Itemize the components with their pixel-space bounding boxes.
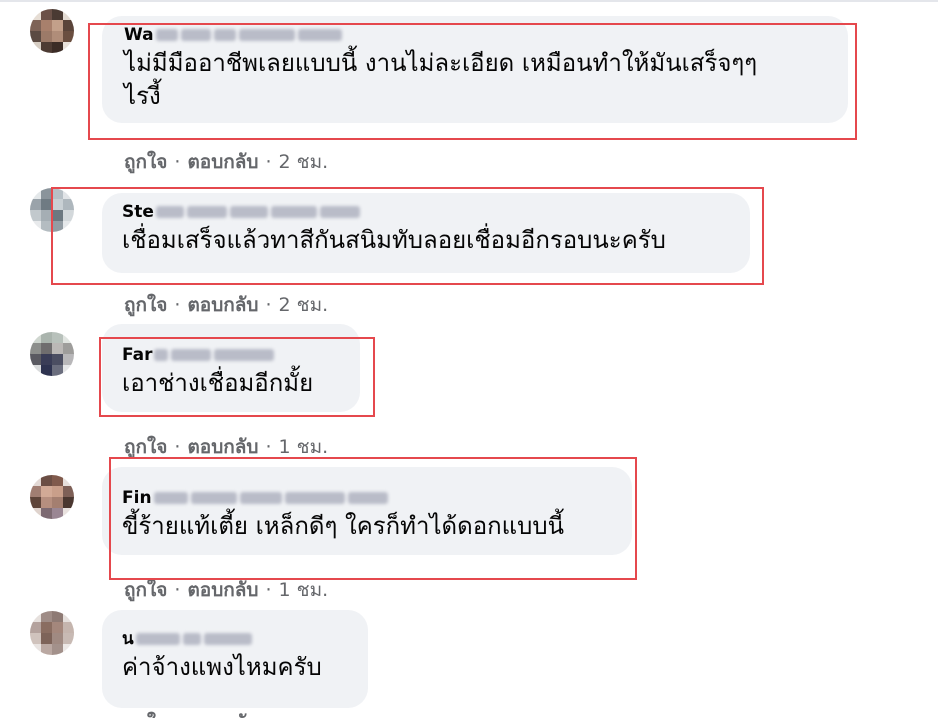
- avatar[interactable]: [30, 188, 74, 232]
- like-link[interactable]: ถูกใจ: [124, 151, 167, 173]
- comment-actions: ถูกใจ · ตอบกลับ · 2 ชม.: [124, 151, 329, 173]
- like-link[interactable]: ถูกใจ: [124, 436, 167, 458]
- comment-author[interactable]: Fin: [122, 487, 618, 509]
- top-divider: [0, 0, 938, 2]
- timestamp[interactable]: 1 ชม.: [279, 436, 329, 458]
- comment-text: เอาช่างเชื่อมอีกมั้ย: [122, 369, 314, 397]
- comment-bubble: Fin ขี้ร้ายแท้เตี้ย เหล็กดีๆ ใครก็ทำได้ด…: [102, 467, 632, 555]
- comment-author[interactable]: น: [122, 628, 354, 650]
- like-link[interactable]: ถูกใจ: [124, 579, 167, 601]
- reply-link[interactable]: ตอบกลับ: [187, 436, 258, 458]
- redacted-name: [153, 492, 388, 504]
- comment-bubble: น ค่าจ้างแพงไหมครับ: [102, 610, 368, 708]
- reply-link[interactable]: ตอบกลับ: [187, 579, 258, 601]
- comment-actions: ถูกใจ · ตอบกลับ · 1 ชม.: [124, 579, 329, 601]
- comment-bubble: Wa ไม่มีมืออาชีพเลยแบบนี้ งานไม่ละเอียด …: [102, 16, 848, 123]
- timestamp[interactable]: 2 ชม.: [279, 294, 329, 316]
- comment-text: ค่าจ้างแพงไหมครับ: [122, 653, 322, 681]
- comment-text: ขี้ร้ายแท้เตี้ย เหล็กดีๆ ใครก็ทำได้ดอกแบ…: [122, 512, 564, 540]
- avatar[interactable]: [30, 332, 74, 376]
- redacted-name: [155, 206, 360, 218]
- comment-bubble: Ste เชื่อมเสร็จแล้วทาสีกันสนิมทับลอยเชื่…: [102, 193, 750, 273]
- like-link[interactable]: ถูกใจ: [124, 712, 167, 718]
- comment-text: ไม่มีมืออาชีพเลยแบบนี้ งานไม่ละเอียด เหม…: [124, 49, 758, 110]
- comment-text: เชื่อมเสร็จแล้วทาสีกันสนิมทับลอยเชื่อมอี…: [122, 226, 666, 254]
- comment-author[interactable]: Ste: [122, 201, 736, 223]
- timestamp[interactable]: 1 ชม.: [279, 579, 329, 601]
- timestamp[interactable]: 2 ชม.: [279, 151, 329, 173]
- comment-bubble: Far เอาช่างเชื่อมอีกมั้ย: [102, 324, 360, 412]
- like-link[interactable]: ถูกใจ: [124, 294, 167, 316]
- comment-author[interactable]: Far: [122, 344, 346, 366]
- avatar[interactable]: [30, 9, 74, 53]
- reply-link[interactable]: ตอบกลับ: [187, 712, 258, 718]
- comment-actions: ถูกใจ·ตอบกลับ: [124, 708, 259, 718]
- redacted-name: [155, 29, 342, 41]
- comment-author[interactable]: Wa: [124, 24, 834, 46]
- redacted-name: [154, 349, 275, 361]
- comment-actions: ถูกใจ · ตอบกลับ · 1 ชม.: [124, 436, 329, 458]
- reply-link[interactable]: ตอบกลับ: [187, 294, 258, 316]
- avatar[interactable]: [30, 611, 74, 655]
- comment-actions: ถูกใจ · ตอบกลับ · 2 ชม.: [124, 294, 329, 316]
- redacted-name: [135, 633, 252, 645]
- reply-link[interactable]: ตอบกลับ: [187, 151, 258, 173]
- avatar[interactable]: [30, 475, 74, 519]
